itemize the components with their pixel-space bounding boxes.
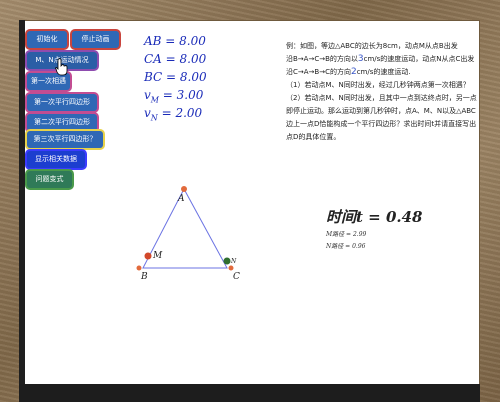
point-c[interactable]: [228, 265, 234, 271]
point-n[interactable]: [223, 257, 231, 265]
point-a[interactable]: [181, 186, 187, 192]
point-b[interactable]: [136, 265, 142, 271]
label-b: B: [141, 272, 148, 282]
label-n: N: [231, 258, 237, 265]
triangle-figure: [136, 186, 234, 271]
point-m[interactable]: [144, 252, 152, 260]
label-a: A: [178, 194, 185, 204]
time-readout: 时间t = 0.48: [326, 208, 423, 226]
label-c: C: [233, 272, 240, 282]
label-m: M: [153, 251, 163, 261]
n-path-readout: N路径 = 0.96: [326, 243, 366, 250]
m-path-readout: M路径 = 2.99: [326, 231, 367, 238]
